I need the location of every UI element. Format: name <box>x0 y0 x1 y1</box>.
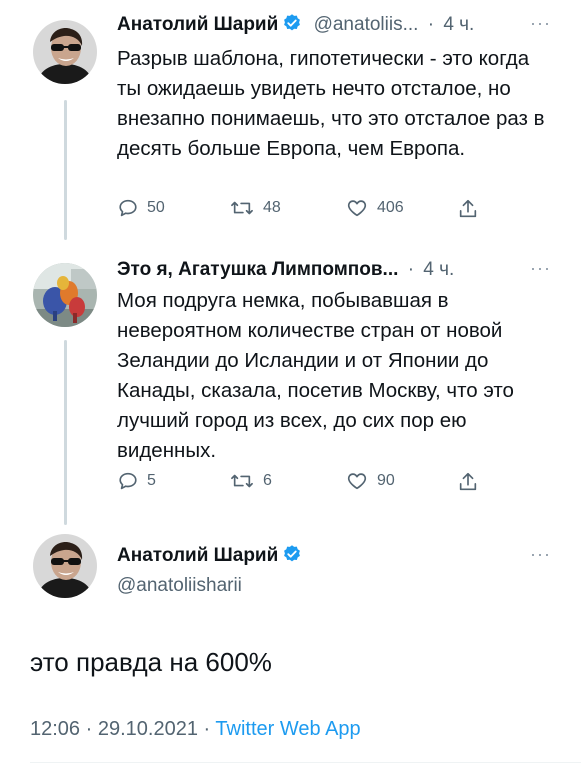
separator: · <box>203 718 211 740</box>
tweet-time[interactable]: 4 ч. <box>423 259 454 280</box>
retweet-icon <box>231 474 253 488</box>
reply-icon <box>119 472 137 490</box>
author-handle[interactable]: @anatoliisharii <box>117 574 242 598</box>
more-icon[interactable]: ··· <box>530 544 551 565</box>
like-button[interactable]: 406 <box>345 197 404 219</box>
retweet-button[interactable]: 6 <box>229 470 272 492</box>
verified-badge-icon <box>282 13 302 40</box>
tweet-text: Разрыв шаблона, гипотетически - это когд… <box>117 47 545 160</box>
like-icon <box>347 473 367 490</box>
verified-badge-icon <box>282 544 302 571</box>
author-name[interactable]: Анатолий Шарий <box>117 545 278 566</box>
author-name[interactable]: Анатолий Шарий <box>117 14 278 35</box>
retweet-count: 48 <box>263 199 281 216</box>
main-author: Анатолий Шарий <box>117 544 302 571</box>
reply-count: 5 <box>147 472 156 489</box>
divider <box>30 762 581 763</box>
reply-icon <box>119 199 137 217</box>
tweet-meta: 12:06 · 29.10.2021 · Twitter Web App <box>30 718 361 741</box>
tweet-actions: 5 6 90 <box>117 470 557 500</box>
tweet-header: Это я, Агатушка Лимпомпов... · 4 ч. <box>117 258 454 282</box>
retweet-icon <box>231 201 253 215</box>
share-button[interactable] <box>457 470 479 494</box>
share-button[interactable] <box>457 197 479 221</box>
thread-connector <box>64 340 67 525</box>
tweet-time[interactable]: 12:06 <box>30 718 80 740</box>
more-icon[interactable]: ··· <box>530 13 551 34</box>
avatar[interactable] <box>33 534 97 598</box>
more-icon[interactable]: ··· <box>530 258 551 279</box>
tweet-text: Моя подруга немка, побывавшая в невероят… <box>117 289 514 462</box>
reply-button[interactable]: 50 <box>117 197 165 219</box>
tweet-header: Анатолий Шарий @anatoliis... · 4 ч. <box>117 13 474 40</box>
reply-button[interactable]: 5 <box>117 470 156 492</box>
separator: · <box>427 14 435 35</box>
tweet-date[interactable]: 29.10.2021 <box>98 718 198 740</box>
author-name[interactable]: Это я, Агатушка Лимпомпов... <box>117 259 398 280</box>
like-icon <box>347 200 367 217</box>
retweet-count: 6 <box>263 472 272 489</box>
share-icon <box>459 199 477 218</box>
separator: · <box>407 259 415 280</box>
reply-count: 50 <box>147 199 165 216</box>
retweet-button[interactable]: 48 <box>229 197 281 219</box>
like-count: 406 <box>377 199 404 216</box>
share-icon <box>459 472 477 491</box>
thread-connector <box>64 100 67 240</box>
like-button[interactable]: 90 <box>345 470 395 492</box>
tweet-actions: 50 48 406 <box>117 197 557 227</box>
avatar[interactable] <box>33 263 97 327</box>
tweet-text: это правда на 600% <box>30 647 272 677</box>
like-count: 90 <box>377 472 395 489</box>
tweet-source-link[interactable]: Twitter Web App <box>215 718 360 740</box>
tweet-time[interactable]: 4 ч. <box>443 14 474 35</box>
separator: · <box>85 718 93 740</box>
avatar[interactable] <box>33 20 97 84</box>
author-handle[interactable]: @anatoliis... <box>314 14 419 35</box>
